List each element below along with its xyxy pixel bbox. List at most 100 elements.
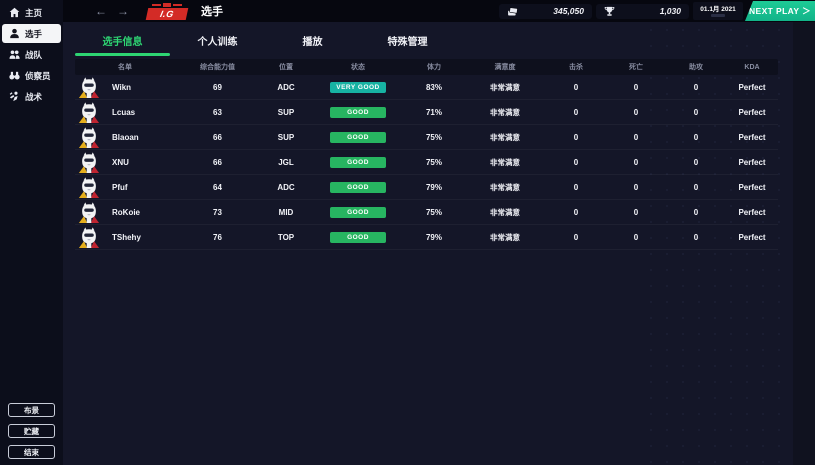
tab-播放[interactable]: 播放 — [265, 33, 360, 56]
right-gutter — [793, 22, 815, 465]
table-row[interactable]: Wikn 69 ADC VERY GOOD 83% 非常满意 0 0 0 Per… — [75, 75, 778, 100]
table-header-row: 名单 综合能力值 位置 状态 体力 满意度 击杀 死亡 助攻 KDA — [75, 59, 778, 75]
player-kills: 0 — [546, 208, 606, 217]
player-stamina: 71% — [404, 108, 464, 117]
player-kda: Perfect — [726, 83, 778, 92]
player-avatar — [78, 76, 100, 98]
player-deaths: 0 — [606, 133, 666, 142]
money-counter: 345,050 — [499, 4, 592, 19]
player-satisfaction: 非常满意 — [464, 157, 546, 168]
date-subline — [711, 14, 725, 17]
player-deaths: 0 — [606, 233, 666, 242]
table-row[interactable]: XNU 66 JGL GOOD 75% 非常满意 0 0 0 Perfect — [75, 150, 778, 175]
column-header: 综合能力值 — [175, 62, 260, 72]
player-name: Pfuf — [112, 183, 128, 192]
topbar: ← → I.G 选手 345,050 1,030 01.1月 2021 — [0, 0, 815, 22]
logo-wings-icon — [147, 3, 187, 8]
player-avatar — [78, 176, 100, 198]
team-icon — [9, 49, 20, 60]
sidebar-button-结束[interactable]: 结束 — [8, 445, 55, 459]
player-assists: 0 — [666, 183, 726, 192]
trophy-icon — [604, 6, 615, 17]
column-header: KDA — [726, 64, 778, 71]
player-assists: 0 — [666, 158, 726, 167]
player-satisfaction: 非常满意 — [464, 132, 546, 143]
player-deaths: 0 — [606, 158, 666, 167]
money-value: 345,050 — [553, 6, 584, 16]
sidebar-item-label: 主页 — [25, 7, 42, 19]
status-badge: GOOD — [330, 132, 386, 143]
money-icon — [507, 6, 518, 17]
sidebar-button-贮藏[interactable]: 贮藏 — [8, 424, 55, 438]
player-avatar — [78, 126, 100, 148]
back-arrow-icon[interactable]: ← — [95, 5, 107, 17]
sidebar-button-布景[interactable]: 布景 — [8, 403, 55, 417]
player-kda: Perfect — [726, 183, 778, 192]
table-row[interactable]: RoKoie 73 MID GOOD 75% 非常满意 0 0 0 Perfec… — [75, 200, 778, 225]
player-stamina: 79% — [404, 183, 464, 192]
player-kills: 0 — [546, 158, 606, 167]
tactics-icon — [9, 91, 20, 102]
players-table: 名单 综合能力值 位置 状态 体力 满意度 击杀 死亡 助攻 KDA — [75, 59, 778, 250]
sidebar-item-侦察员[interactable]: 侦察员 — [2, 66, 61, 85]
sidebar-item-label: 战队 — [25, 49, 42, 61]
player-deaths: 0 — [606, 208, 666, 217]
sidebar-item-选手[interactable]: 选手 — [2, 24, 61, 43]
sidebar-item-label: 战术 — [25, 91, 42, 103]
player-overall: 69 — [175, 83, 260, 92]
player-position: SUP — [260, 108, 312, 117]
tab-选手信息[interactable]: 选手信息 — [75, 33, 170, 56]
sidebar-item-label: 侦察员 — [25, 70, 51, 82]
column-header: 死亡 — [606, 62, 666, 72]
column-header: 位置 — [260, 62, 312, 72]
tab-bar: 选手信息 个人训练 播放 特殊管理 — [63, 22, 793, 56]
column-header: 体力 — [404, 62, 464, 72]
player-position: ADC — [260, 183, 312, 192]
next-play-button[interactable]: NEXT PLAY ＞ — [745, 1, 815, 21]
table-row[interactable]: Lcuas 63 SUP GOOD 71% 非常满意 0 0 0 Perfect — [75, 100, 778, 125]
sidebar-item-战术[interactable]: 战术 — [2, 87, 61, 106]
column-header: 名单 — [75, 62, 175, 72]
column-header: 状态 — [312, 62, 404, 72]
main-panel: 选手信息 个人训练 播放 特殊管理 名单 综合能力值 位置 状态 体力 满意度 … — [63, 22, 793, 465]
player-stamina: 75% — [404, 208, 464, 217]
player-deaths: 0 — [606, 183, 666, 192]
player-avatar — [78, 201, 100, 223]
player-kills: 0 — [546, 183, 606, 192]
team-logo: I.G — [147, 3, 187, 20]
player-avatar — [78, 151, 100, 173]
player-deaths: 0 — [606, 108, 666, 117]
column-header: 击杀 — [546, 62, 606, 72]
player-overall: 76 — [175, 233, 260, 242]
player-avatar — [78, 226, 100, 248]
date-text: 01.1月 2021 — [700, 6, 735, 13]
sidebar-item-战队[interactable]: 战队 — [2, 45, 61, 64]
player-stamina: 83% — [404, 83, 464, 92]
team-logo-text: I.G — [146, 8, 189, 20]
status-badge: GOOD — [330, 232, 386, 243]
forward-arrow-icon[interactable]: → — [117, 5, 129, 17]
player-assists: 0 — [666, 233, 726, 242]
table-row[interactable]: TShehy 76 TOP GOOD 79% 非常满意 0 0 0 Perfec… — [75, 225, 778, 250]
player-satisfaction: 非常满意 — [464, 207, 546, 218]
binoculars-icon — [9, 70, 20, 81]
sidebar-bottom-buttons: 布景 贮藏 结束 — [0, 403, 63, 465]
player-overall: 64 — [175, 183, 260, 192]
table-body: Wikn 69 ADC VERY GOOD 83% 非常满意 0 0 0 Per… — [75, 75, 778, 250]
player-assists: 0 — [666, 133, 726, 142]
tab-特殊管理[interactable]: 特殊管理 — [360, 33, 455, 56]
sidebar-item-主页[interactable]: 主页 — [2, 3, 61, 22]
sidebar-item-label: 选手 — [25, 28, 42, 40]
status-badge: GOOD — [330, 182, 386, 193]
table-row[interactable]: Pfuf 64 ADC GOOD 79% 非常满意 0 0 0 Perfect — [75, 175, 778, 200]
player-kda: Perfect — [726, 233, 778, 242]
home-icon — [9, 7, 20, 18]
tab-个人训练[interactable]: 个人训练 — [170, 33, 265, 56]
trophy-value: 1,030 — [660, 6, 681, 16]
player-name: Blaoan — [112, 133, 139, 142]
player-kills: 0 — [546, 133, 606, 142]
table-row[interactable]: Blaoan 66 SUP GOOD 75% 非常满意 0 0 0 Perfec… — [75, 125, 778, 150]
player-kda: Perfect — [726, 133, 778, 142]
status-badge: GOOD — [330, 207, 386, 218]
page-title: 选手 — [201, 3, 223, 19]
